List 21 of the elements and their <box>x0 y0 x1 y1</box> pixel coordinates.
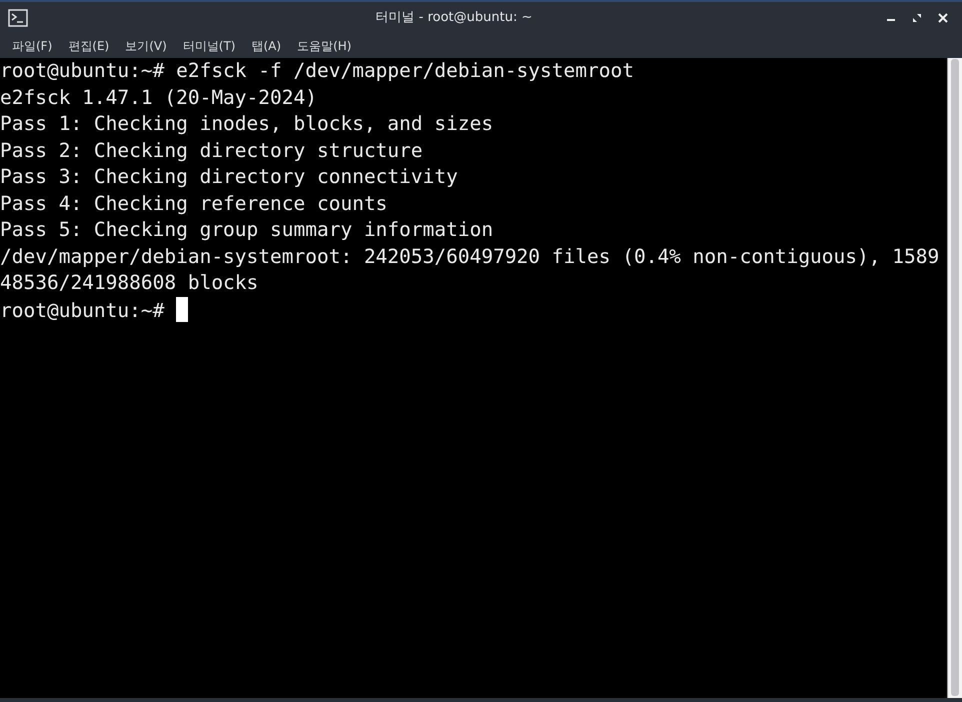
scrollbar[interactable] <box>947 58 962 698</box>
terminal-line: Pass 1: Checking inodes, blocks, and sizes <box>0 112 494 135</box>
close-icon <box>938 13 948 23</box>
terminal-line: /dev/mapper/debian-systemroot: 242053/60497920 files (0.4% non-contiguous), 1589 <box>0 244 940 268</box>
terminal-icon <box>8 9 28 27</box>
menu-item[interactable]: 탭(A) <box>244 37 290 55</box>
terminal-line: 48536/241988608 blocks <box>0 271 258 294</box>
terminal-line: Pass 3: Checking directory connectivity <box>0 165 458 188</box>
maximize-icon <box>912 13 922 23</box>
terminal-line: root@ubuntu:~# e2fsck -f /dev/mapper/debian-systemroot <box>0 59 634 82</box>
terminal-line: Pass 5: Checking group summary information <box>0 218 494 241</box>
menu-item[interactable]: 편집(E) <box>60 37 118 55</box>
window-title: 터미널 - root@ubuntu: ~ <box>374 9 534 28</box>
menu-item[interactable]: 파일(F) <box>4 37 60 55</box>
terminal-line: Pass 4: Checking reference counts <box>0 192 388 214</box>
menu-item[interactable]: 도움말(H) <box>289 37 360 55</box>
terminal-line: root@ubuntu:~# <box>0 298 164 322</box>
menu-item[interactable]: 보기(V) <box>117 37 175 55</box>
menu-item[interactable]: 터미널(T) <box>174 37 244 55</box>
terminal-line: e2fsck 1.47.1 (20-May-2024) <box>0 86 317 108</box>
terminal-line: Pass 2: Checking directory structure <box>0 138 423 162</box>
